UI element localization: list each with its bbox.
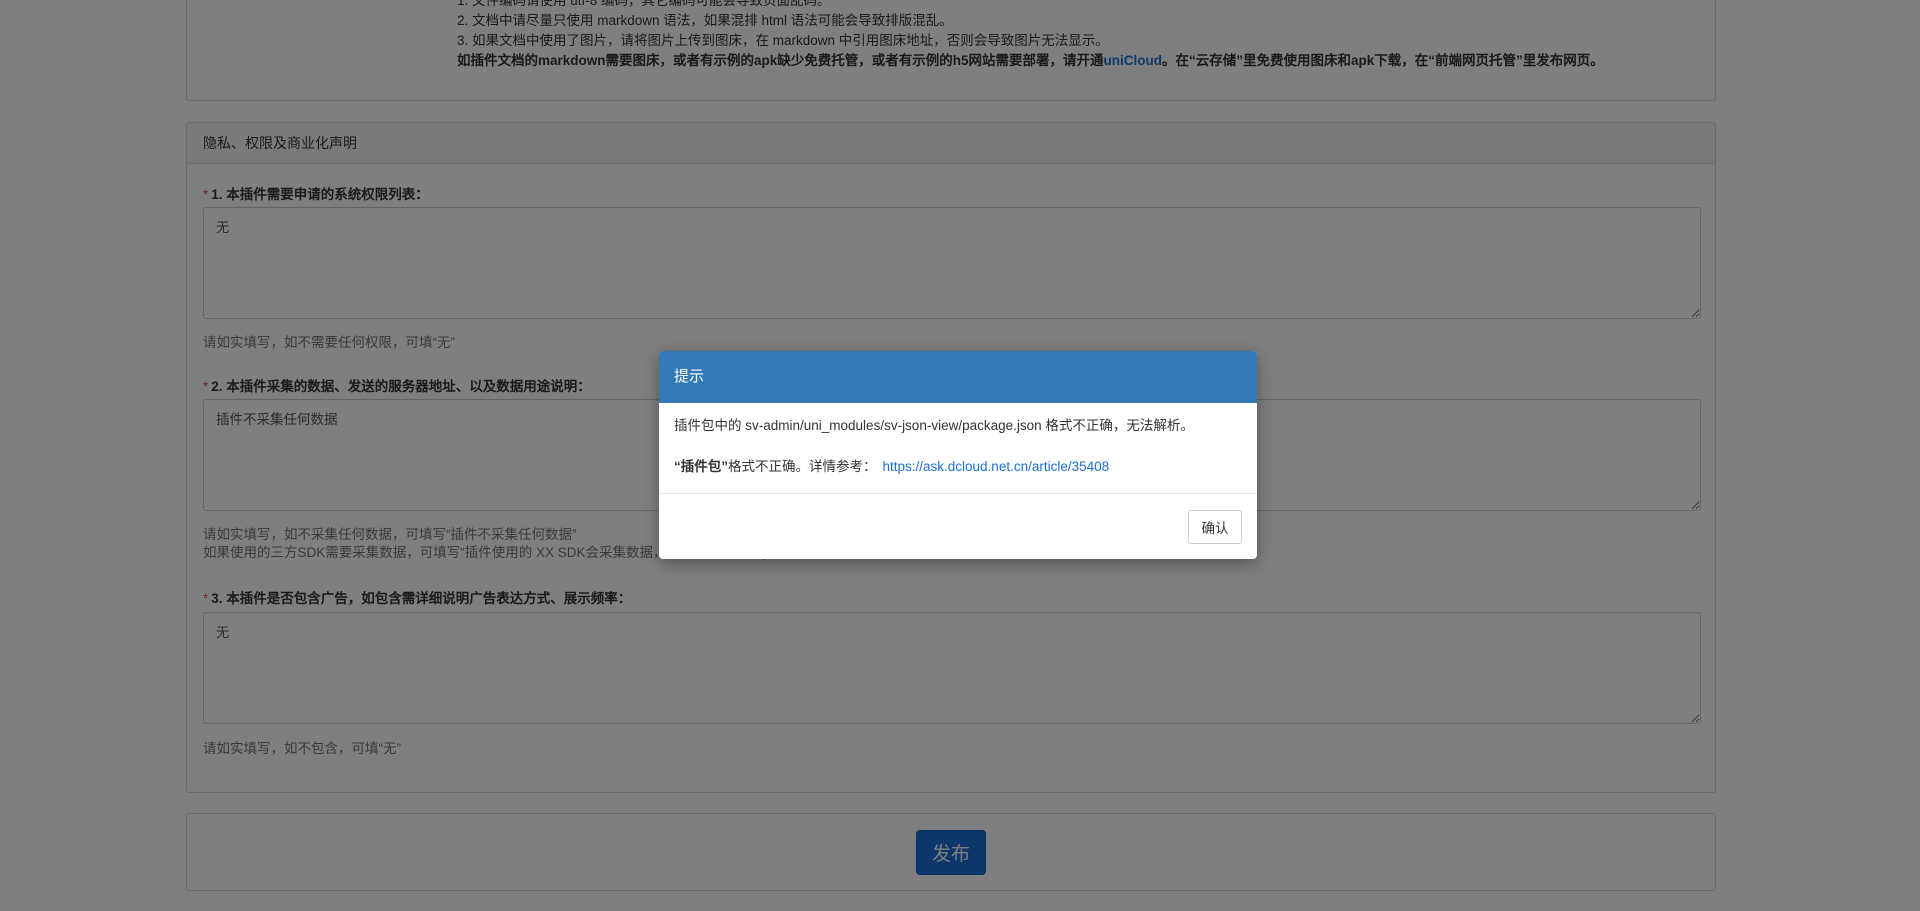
dialog-detail-text: 格式不正确。详情参考： — [728, 459, 877, 474]
dialog-help-link[interactable]: https://ask.dcloud.net.cn/article/35408 — [883, 459, 1110, 474]
page: 1. 文件编码请使用 utf-8 编码，其它编码可能会导致页面乱码。 2. 文档… — [0, 0, 1920, 911]
dialog-title: 提示 — [659, 351, 1257, 403]
dialog-detail: “插件包”格式不正确。详情参考： https://ask.dcloud.net.c… — [674, 455, 1109, 475]
alert-dialog: 提示 插件包中的 sv-admin/uni_modules/sv-json-vi… — [659, 351, 1257, 559]
dialog-detail-bold: “插件包” — [674, 459, 728, 474]
dialog-body: 插件包中的 sv-admin/uni_modules/sv-json-view/… — [659, 403, 1257, 494]
dialog-error-message: 插件包中的 sv-admin/uni_modules/sv-json-view/… — [674, 418, 1194, 433]
confirm-button[interactable]: 确认 — [1188, 510, 1242, 544]
